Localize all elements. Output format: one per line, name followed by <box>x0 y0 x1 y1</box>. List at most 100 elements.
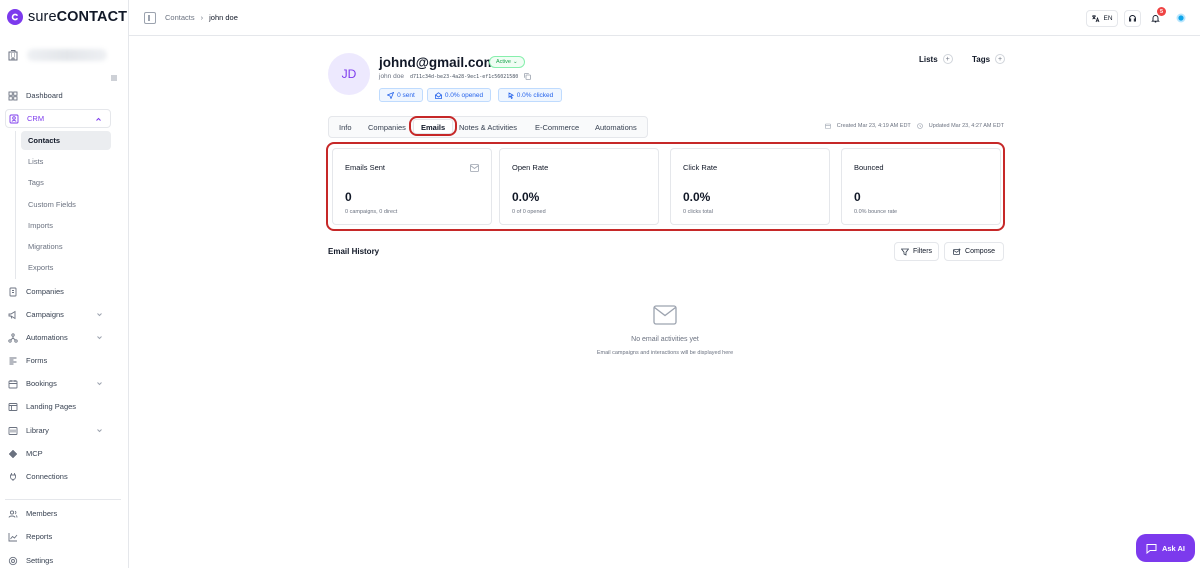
tab-info[interactable]: Info <box>339 123 352 132</box>
status-badge[interactable]: Active ⌄ <box>489 56 525 68</box>
sidebar-item-reports[interactable]: Reports <box>5 527 111 546</box>
opened-chip: 0.0% opened <box>427 88 491 102</box>
mail-open-icon <box>434 91 442 99</box>
sidebar-toggle-icon[interactable] <box>144 12 156 24</box>
sidebar-item-label: Companies <box>26 287 64 296</box>
sidebar-subitem-tags[interactable]: Tags <box>21 173 111 192</box>
compose-button[interactable]: Compose <box>944 242 1004 261</box>
lists-label: Lists <box>919 54 938 64</box>
send-icon <box>387 91 395 99</box>
stat-label: Emails Sent <box>345 163 386 172</box>
sidebar-item-settings[interactable]: Settings <box>5 551 111 568</box>
building-icon <box>9 287 17 296</box>
sidebar-subitem-contacts[interactable]: Contacts <box>21 131 111 150</box>
breadcrumb-current: john doe <box>209 13 238 22</box>
form-icon <box>9 357 17 364</box>
chevron-down-icon <box>97 336 102 340</box>
sidebar-item-label: Connections <box>26 472 68 481</box>
brand-name: sureCONTACT <box>28 9 128 25</box>
sidebar-item-label: Reports <box>26 532 53 541</box>
sidebar-item-automations[interactable]: Automations <box>5 328 111 347</box>
sidebar-item-landing-pages[interactable]: Landing Pages <box>5 397 111 416</box>
sent-chip: 0 sent <box>379 88 423 102</box>
compose-label: Compose <box>965 248 995 255</box>
sent-chip-label: 0 sent <box>397 91 415 99</box>
tab-ecommerce[interactable]: E-Commerce <box>535 123 579 132</box>
sidebar-item-forms[interactable]: Forms <box>5 351 111 370</box>
chevron-down-icon <box>97 313 102 317</box>
chevron-right-icon: › <box>200 13 204 22</box>
tab-notes-activities[interactable]: Notes & Activities <box>459 123 517 132</box>
library-icon <box>8 426 18 435</box>
workspace-switcher[interactable] <box>7 42 120 68</box>
crm-submenu-line <box>15 131 16 279</box>
building-icon <box>8 50 18 61</box>
created-date: Created Mar 23, 4:19 AM EDT <box>836 123 911 129</box>
stat-label: Open Rate <box>512 163 549 172</box>
main-content: JD johnd@gmail.com Active ⌄ john doe d71… <box>129 36 1200 568</box>
sidebar-item-library[interactable]: Library <box>5 421 111 440</box>
crm-icon <box>9 114 19 123</box>
sidebar-subitem-exports[interactable]: Exports <box>21 258 111 277</box>
sync-status-icon[interactable] <box>1175 12 1187 24</box>
sidebar-item-bookings[interactable]: Bookings <box>5 374 111 393</box>
breadcrumb-contacts[interactable]: Contacts <box>165 13 195 22</box>
tab-companies[interactable]: Companies <box>368 123 406 132</box>
users-icon <box>8 509 18 518</box>
empty-state-title: No email activities yet <box>631 336 699 343</box>
sidebar-item-members[interactable]: Members <box>5 504 111 523</box>
sidebar-subitem-imports[interactable]: Imports <box>21 216 111 235</box>
add-tag-icon[interactable]: + <box>995 54 1006 64</box>
updated-date: Updated Mar 23, 4:27 AM EDT <box>928 123 1004 129</box>
sidebar-item-label: Dashboard <box>26 91 63 100</box>
mcp-icon <box>8 449 18 458</box>
copy-icon[interactable] <box>524 73 532 80</box>
sidebar-item-connections[interactable]: Connections <box>5 467 111 486</box>
notifications-button[interactable]: 5 <box>1147 7 1166 27</box>
support-button[interactable] <box>1124 10 1141 27</box>
clicked-chip-label: 0.0% clicked <box>516 91 554 99</box>
chevron-down-icon <box>97 382 102 386</box>
brand-logo[interactable]: sureCONTACT <box>7 9 127 25</box>
filters-button[interactable]: Filters <box>894 242 939 261</box>
contact-email: johnd@gmail.com <box>379 55 496 70</box>
tags-control[interactable]: Tags + <box>972 54 1006 64</box>
calendar-icon <box>8 379 18 388</box>
sidebar-item-label: Campaigns <box>26 310 64 319</box>
avatar: JD <box>328 53 370 95</box>
sidebar-item-companies[interactable]: Companies <box>5 282 111 301</box>
sidebar-item-campaigns[interactable]: Campaigns <box>5 305 111 324</box>
empty-state-subtitle: Email campaigns and interactions will be… <box>596 350 734 356</box>
sidebar-item-label: Members <box>26 509 58 518</box>
tab-automations[interactable]: Automations <box>595 123 637 132</box>
sidebar-item-label: MCP <box>26 449 43 458</box>
pointer-icon <box>508 91 514 99</box>
collapse-sidebar-icon[interactable] <box>110 74 118 82</box>
ask-ai-label: Ask AI <box>1161 543 1186 553</box>
sidebar-subitem-lists[interactable]: Lists <box>21 152 111 171</box>
stat-value: 0 <box>345 190 352 204</box>
chevron-down-icon: ⌄ <box>512 59 518 65</box>
stat-value: 0.0% <box>512 190 540 204</box>
layout-icon <box>8 402 18 411</box>
clicked-chip: 0.0% clicked <box>498 88 562 102</box>
ask-ai-button[interactable]: Ask AI <box>1136 534 1195 562</box>
sidebar-item-dashboard[interactable]: Dashboard <box>5 86 111 105</box>
chart-icon <box>8 532 18 541</box>
sidebar-subitem-migrations[interactable]: Migrations <box>21 237 111 256</box>
dashboard-icon <box>8 91 18 100</box>
stat-card-emails-sent: Emails Sent 0 0 campaigns, 0 direct <box>332 148 492 225</box>
sidebar-item-crm[interactable]: CRM <box>5 109 111 128</box>
opened-chip-label: 0.0% opened <box>444 91 484 99</box>
language-switcher[interactable]: EN <box>1086 10 1118 27</box>
filters-label: Filters <box>912 248 933 255</box>
workspace-name-blurred <box>27 49 107 61</box>
add-list-icon[interactable]: + <box>942 54 953 64</box>
notification-count-badge: 5 <box>1157 7 1166 16</box>
contact-name-row: john doe d711c34d-be23-4a28-9ec1-ef1c560… <box>379 73 532 80</box>
stat-sub: 0 clicks total <box>683 209 713 215</box>
sidebar-item-mcp[interactable]: MCP <box>5 444 111 463</box>
lists-control[interactable]: Lists + <box>919 54 953 64</box>
sidebar-subitem-custom-fields[interactable]: Custom Fields <box>21 195 111 214</box>
stat-card-open-rate: Open Rate 0.0% 0 of 0 opened <box>499 148 659 225</box>
